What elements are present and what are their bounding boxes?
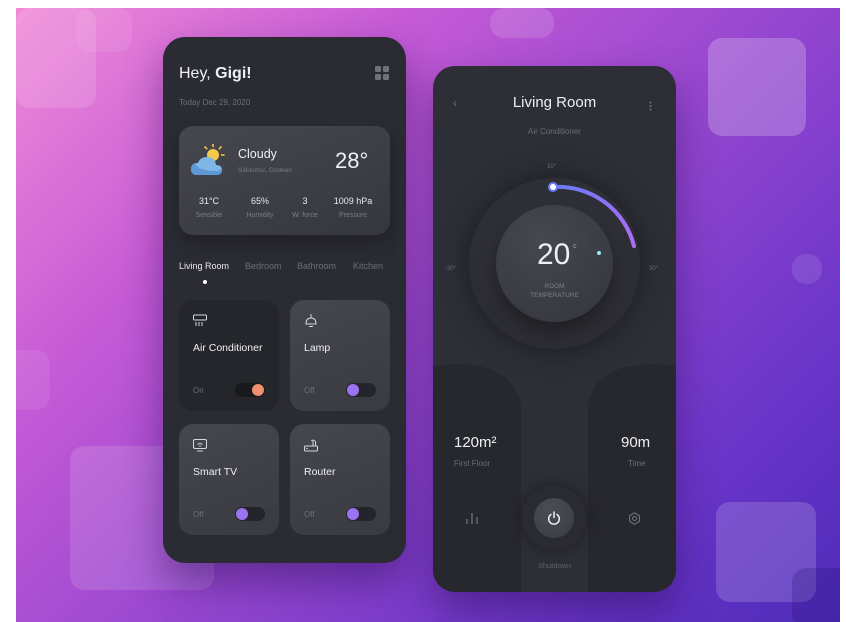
router-icon [304, 438, 318, 452]
stat-label: W. force [292, 212, 318, 219]
dial-label-min: -30° [445, 266, 457, 272]
toggle-knob [236, 508, 248, 520]
toggle-knob [347, 384, 359, 396]
weather-location: Sidoluhur, Godean [238, 167, 292, 174]
temperature-value: 20 [537, 238, 571, 271]
toggle-knob [347, 508, 359, 520]
grid-menu-icon[interactable] [375, 66, 389, 80]
device-name: Air Conditioner [193, 342, 263, 354]
target-dot [597, 251, 601, 255]
greeting-prefix: Hey, [179, 65, 216, 82]
caption-line: TEMPERATURE [530, 292, 579, 299]
date-label: Today Dec 29, 2020 [179, 98, 251, 107]
deco-square [76, 8, 132, 52]
device-card-lamp[interactable]: Lamp Off [290, 300, 390, 411]
lamp-icon [304, 314, 318, 328]
caption-line: ROOM [544, 283, 565, 290]
weather-stat-pressure: 1009 hPa Pressure [327, 196, 379, 219]
power-button[interactable] [534, 498, 574, 538]
tv-icon [193, 438, 207, 452]
time-label: Time [628, 459, 646, 468]
device-state: Off [304, 510, 315, 519]
device-state: Off [304, 386, 315, 395]
device-state: Off [193, 510, 204, 519]
deco-square [490, 8, 554, 38]
time-value: 90m [621, 434, 651, 451]
power-label: Shutdown [537, 561, 572, 570]
room-detail-screen: ‹ Living Room Air Conditioner 10° -30° 3… [433, 66, 676, 592]
device-card-router[interactable]: Router Off [290, 424, 390, 535]
home-screen: Hey, Gigi! Today Dec 29, 2020 Cloudy Sid… [163, 37, 406, 563]
power-toggle[interactable] [346, 383, 376, 397]
temperature-unit: c [573, 243, 577, 250]
tab-bedroom[interactable]: Bedroom [245, 261, 282, 271]
weather-condition: Cloudy [238, 147, 277, 161]
cloud-sun-icon [191, 143, 229, 178]
deco-square [792, 568, 840, 622]
device-name: Router [304, 466, 336, 478]
tab-bathroom[interactable]: Bathroom [297, 261, 336, 271]
power-toggle[interactable] [235, 383, 265, 397]
background [16, 8, 840, 622]
stats-icon[interactable] [465, 511, 479, 525]
device-card-air-conditioner[interactable]: Air Conditioner On [179, 300, 279, 411]
greeting-name: Gigi! [215, 65, 252, 82]
weather-card[interactable]: Cloudy Sidoluhur, Godean 28° 31°C Sensibl… [179, 126, 390, 235]
dial-label-top: 10° [547, 164, 557, 170]
power-icon [547, 511, 561, 525]
greeting: Hey, Gigi! [179, 65, 252, 83]
stat-label: Sensible [195, 212, 223, 219]
device-state: On [193, 386, 204, 395]
stat-label: Pressure [338, 212, 367, 219]
weather-temperature: 28° [335, 148, 369, 173]
device-name: Smart TV [193, 466, 238, 478]
device-card-smart-tv[interactable]: Smart TV Off [179, 424, 279, 535]
tab-living-room[interactable]: Living Room [179, 261, 229, 271]
area-label: First Floor [454, 459, 490, 468]
dial-handle[interactable] [548, 182, 558, 192]
dial-caption: ROOM TEMPERATURE [496, 282, 613, 300]
settings-icon[interactable] [628, 512, 641, 525]
deco-square [792, 254, 822, 284]
stat-value: 31°C [198, 196, 220, 206]
deco-square [16, 350, 50, 410]
stat-value: 1009 hPa [333, 196, 373, 206]
air-conditioner-icon [193, 314, 207, 328]
device-name: Lamp [304, 342, 331, 354]
stat-value: 3 [302, 196, 308, 206]
active-tab-indicator [203, 280, 207, 284]
toggle-knob [252, 384, 264, 396]
power-toggle[interactable] [235, 507, 265, 521]
tab-kitchen[interactable]: Kitchen [353, 261, 383, 271]
area-value: 120m² [454, 434, 497, 451]
weather-stat-sensible: 31°C Sensible [183, 196, 235, 219]
power-toggle[interactable] [346, 507, 376, 521]
dial-label-max: 30° [649, 266, 659, 272]
weather-stat-wind: 3 W. force [279, 196, 331, 219]
deco-square [708, 38, 806, 136]
